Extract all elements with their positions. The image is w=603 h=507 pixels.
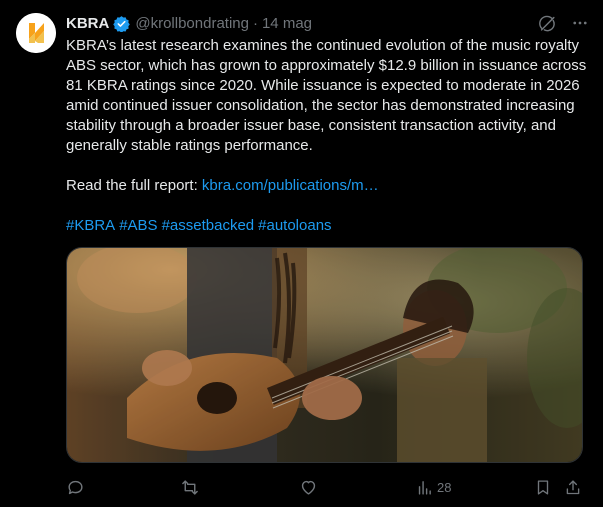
hashtag[interactable]: #ABS — [119, 217, 157, 234]
separator-dot: · — [252, 14, 258, 32]
action-bar: 28 — [66, 476, 586, 498]
share-icon[interactable] — [564, 478, 582, 497]
hashtag[interactable]: #assetbacked — [162, 217, 255, 234]
repost-icon[interactable] — [180, 478, 200, 497]
report-link[interactable]: kbra.com/publications/m… — [202, 177, 379, 194]
post-body: KBRA’s latest research examines the cont… — [66, 36, 590, 236]
views-button[interactable]: 28 — [416, 479, 451, 496]
hashtag[interactable]: #KBRA — [66, 217, 115, 234]
kbra-logo-icon — [16, 13, 56, 53]
avatar[interactable] — [16, 13, 56, 53]
photo-guitarists-image — [67, 248, 582, 462]
grok-icon[interactable] — [538, 14, 557, 33]
hashtags: #KBRA #ABS #assetbacked #autoloans — [66, 216, 590, 236]
read-more-label: Read the full report: — [66, 177, 202, 194]
post-text: KBRA’s latest research examines the cont… — [66, 37, 587, 154]
post[interactable]: KBRA @krollbondrating · 14 mag KBRA’s la… — [0, 0, 603, 507]
like-icon[interactable] — [299, 478, 318, 497]
views-icon — [418, 480, 431, 495]
views-count: 28 — [437, 479, 452, 495]
more-icon[interactable] — [571, 14, 589, 32]
author-name[interactable]: KBRA — [66, 15, 109, 32]
post-header: KBRA @krollbondrating · 14 mag — [66, 12, 589, 34]
read-more-line: Read the full report: kbra.com/publicati… — [66, 176, 590, 196]
post-date[interactable]: 14 mag — [262, 15, 312, 32]
header-actions — [538, 14, 589, 33]
hashtag[interactable]: #autoloans — [258, 217, 331, 234]
verified-badge-icon — [113, 15, 131, 32]
bookmark-icon[interactable] — [534, 478, 552, 497]
author-handle[interactable]: @krollbondrating — [135, 15, 249, 32]
reply-icon[interactable] — [66, 478, 85, 497]
post-image[interactable] — [66, 247, 583, 463]
